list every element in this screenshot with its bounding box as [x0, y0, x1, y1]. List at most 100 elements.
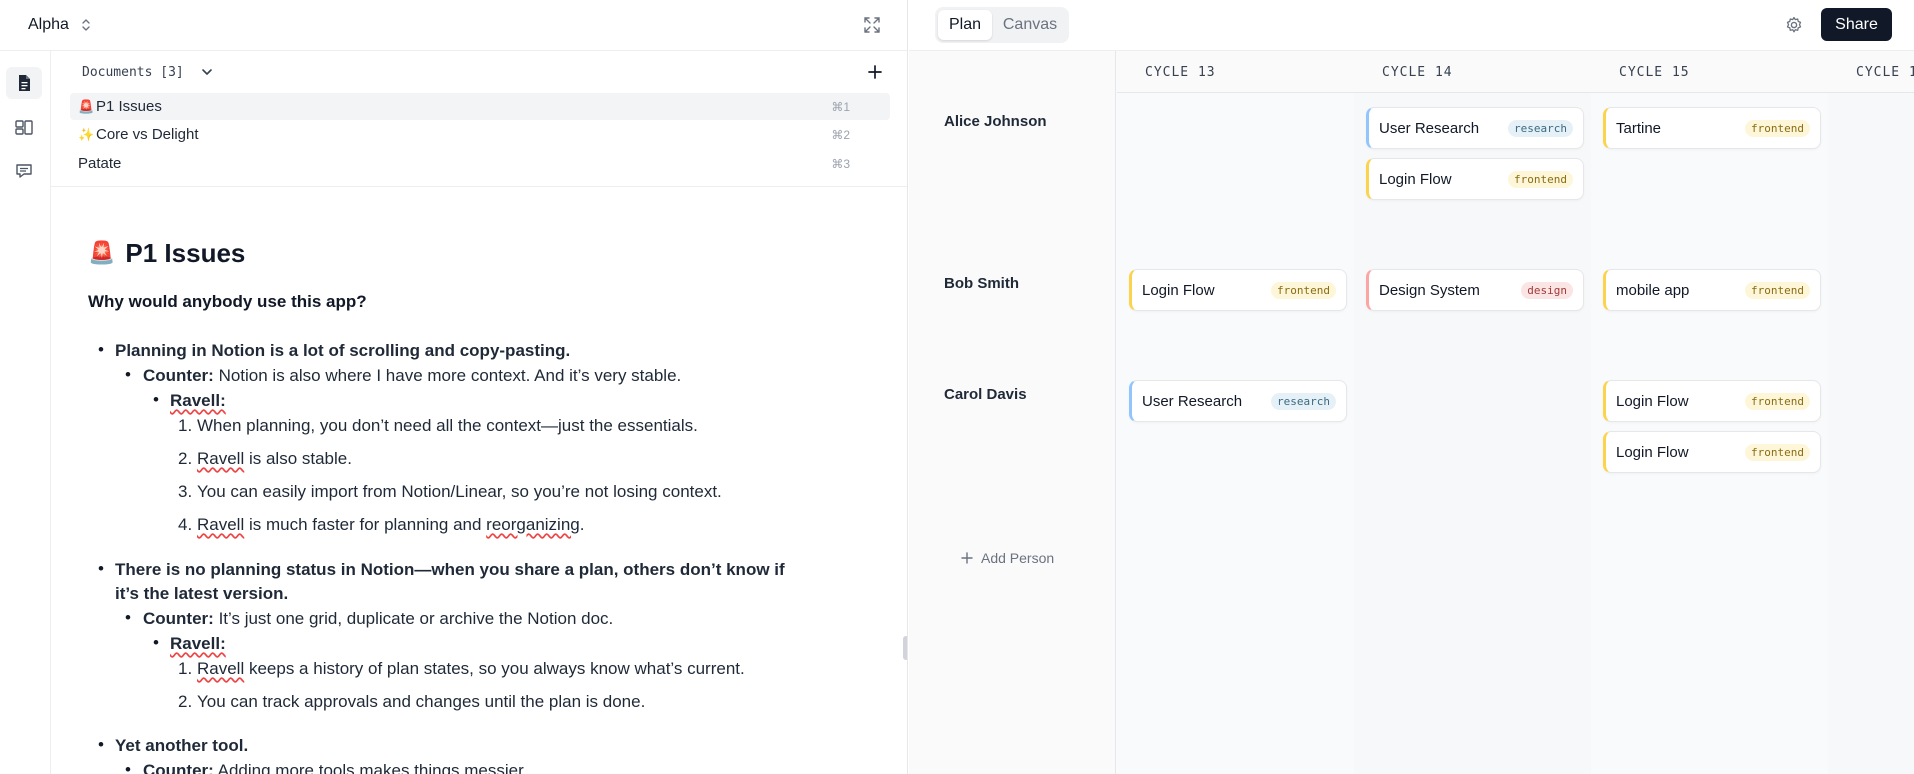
documents-header-label: Documents [3]	[82, 64, 184, 80]
counter-text: Notion is also where I have more context…	[218, 366, 682, 385]
documents-dropdown[interactable]: Documents [3]	[82, 62, 214, 82]
plus-icon[interactable]	[865, 62, 885, 82]
list-item: Ravell is much faster for planning and r…	[197, 515, 585, 534]
counter-label: Counter:	[143, 761, 214, 774]
card-tag: frontend	[1271, 281, 1336, 299]
person-row-bob-smith[interactable]: Bob Smith	[944, 275, 1019, 292]
document-pane: Alpha Documents [3] 🚨 P1 Issues ⌘1 ✨ Cor…	[0, 0, 908, 774]
doc-list-item-title: Patate	[78, 155, 122, 172]
cycle-header-13: CYCLE 13	[1145, 65, 1216, 80]
shortcut-hint: ⌘2	[831, 127, 850, 142]
card-title: User Research	[1379, 119, 1480, 137]
bullet-marker: •	[98, 735, 104, 754]
list-item: Ravell keeps a history of plan states, s…	[197, 659, 745, 678]
rail-comments-button[interactable]	[6, 155, 42, 187]
expand-icon[interactable]	[862, 15, 882, 35]
doc-list-item-patate[interactable]: Patate ⌘3	[70, 150, 890, 177]
workspace-switcher[interactable]: Alpha	[28, 14, 93, 36]
add-person-button[interactable]: Add Person	[961, 550, 1054, 566]
bullet-marker: •	[153, 390, 159, 409]
document-editor[interactable]: 🚨 P1 Issues Why would anybody use this a…	[88, 236, 888, 312]
card-tag: frontend	[1745, 281, 1810, 299]
share-button[interactable]: Share	[1821, 8, 1892, 41]
card-tag: frontend	[1508, 170, 1573, 188]
plan-card[interactable]: Design System design	[1366, 269, 1584, 311]
counter-line: Counter: Notion is also where I have mor…	[143, 366, 681, 386]
bullet-marker: •	[125, 365, 131, 384]
doc-list-item-core-vs-delight[interactable]: ✨ Core vs Delight ⌘2	[70, 121, 890, 148]
cycle-header-14: CYCLE 14	[1382, 65, 1453, 80]
siren-icon: 🚨	[88, 240, 116, 265]
card-tag: design	[1521, 281, 1573, 299]
counter-text: Adding more tools makes things messier.	[217, 761, 528, 774]
people-column: Alice Johnson Bob Smith Carol Davis Add …	[909, 51, 1116, 774]
misspelled-word: Ravell	[197, 515, 245, 534]
bullet-text: Yet another tool.	[115, 736, 249, 755]
bullet-text: Planning in Notion is a lot of scrolling…	[115, 341, 571, 360]
document-title[interactable]: 🚨 P1 Issues	[88, 236, 888, 270]
card-tag: frontend	[1745, 443, 1810, 461]
card-title: User Research	[1142, 392, 1243, 410]
misspelled-word: Ravell	[197, 659, 245, 678]
plan-card[interactable]: Login Flow frontend	[1129, 269, 1347, 311]
plan-card[interactable]: Login Flow frontend	[1366, 158, 1584, 200]
card-tag: research	[1508, 119, 1573, 137]
misspelled-word: reorganizing	[486, 515, 580, 534]
counter-line: Counter: It’s just one grid, duplicate o…	[143, 609, 613, 629]
ravell-label: Ravell:	[170, 391, 226, 410]
plan-toolbar: Plan Canvas Share	[909, 0, 1914, 51]
card-title: Login Flow	[1379, 170, 1452, 188]
plan-view-tab[interactable]: Plan	[938, 10, 992, 40]
cycle-header-15: CYCLE 15	[1619, 65, 1690, 80]
card-tag: frontend	[1745, 392, 1810, 410]
counter-label: Counter:	[143, 366, 214, 385]
gear-icon[interactable]	[1784, 15, 1804, 35]
plan-pane: Plan Canvas Share Alice Johnson Bob Smit…	[909, 0, 1914, 774]
bullet-marker: •	[153, 633, 159, 652]
plus-icon	[961, 552, 973, 564]
card-title: Login Flow	[1616, 443, 1689, 461]
plan-card[interactable]: User Research research	[1129, 380, 1347, 422]
plan-card[interactable]: User Research research	[1366, 107, 1584, 149]
plan-grid: Alice Johnson Bob Smith Carol Davis Add …	[909, 51, 1914, 774]
left-toolbar: Alpha	[0, 0, 907, 51]
cycle-column-16	[1828, 93, 1914, 774]
add-person-label: Add Person	[981, 550, 1055, 566]
bullet-marker: •	[98, 559, 104, 578]
canvas-view-tab[interactable]: Canvas	[994, 10, 1066, 40]
cycle-header-16: CYCLE 16	[1856, 65, 1914, 80]
card-title: Tartine	[1616, 119, 1662, 137]
list-number: 3.	[178, 482, 193, 501]
divider	[51, 186, 907, 187]
document-title-text: P1 Issues	[125, 237, 246, 268]
doc-list-item-title: Core vs Delight	[96, 126, 199, 143]
sparkles-icon: ✨	[78, 126, 95, 142]
cycle-header-row: CYCLE 13 CYCLE 14 CYCLE 15 CYCLE 16	[1117, 51, 1914, 93]
doc-list-item-title: P1 Issues	[96, 98, 162, 115]
shortcut-hint: ⌘3	[831, 156, 850, 171]
siren-icon: 🚨	[78, 98, 95, 114]
card-title: Login Flow	[1616, 392, 1689, 410]
list-item: You can easily import from Notion/Linear…	[197, 482, 722, 501]
workspace-name: Alpha	[28, 16, 69, 33]
bullet-text: There is no planning status in Notion—wh…	[115, 560, 785, 579]
plan-card[interactable]: Tartine frontend	[1603, 107, 1821, 149]
card-title: Design System	[1379, 281, 1480, 299]
rail-board-button[interactable]	[6, 111, 42, 143]
ravell-label: Ravell:	[170, 634, 226, 653]
plan-card[interactable]: mobile app frontend	[1603, 269, 1821, 311]
misspelled-word: Ravell	[197, 449, 245, 468]
counter-text: It’s just one grid, duplicate or archive…	[218, 609, 614, 628]
card-title: Login Flow	[1142, 281, 1215, 299]
plan-card[interactable]: Login Flow frontend	[1603, 431, 1821, 473]
rail-documents-button[interactable]	[6, 67, 42, 99]
doc-list-item-p1-issues[interactable]: 🚨 P1 Issues ⌘1	[70, 93, 890, 120]
list-number: 4.	[178, 515, 193, 534]
list-number: 1.	[178, 416, 193, 435]
shortcut-hint: ⌘1	[831, 99, 850, 114]
card-tag: frontend	[1745, 119, 1810, 137]
person-row-carol-davis[interactable]: Carol Davis	[944, 386, 1027, 403]
pane-resize-handle[interactable]	[903, 636, 907, 660]
plan-card[interactable]: Login Flow frontend	[1603, 380, 1821, 422]
person-row-alice-johnson[interactable]: Alice Johnson	[944, 113, 1047, 130]
